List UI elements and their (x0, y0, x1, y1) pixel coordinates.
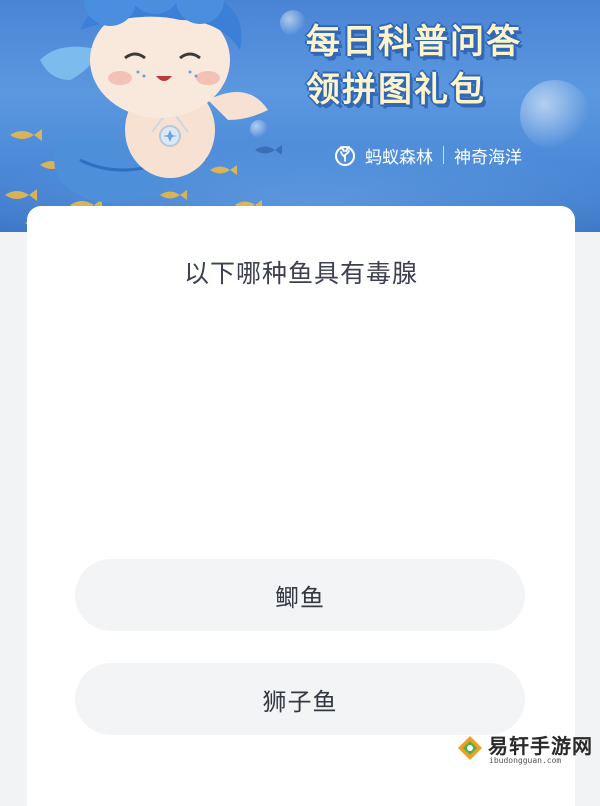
banner-title-line1: 每日科普问答 (306, 22, 522, 62)
question-text: 以下哪种鱼具有毒腺 (183, 259, 418, 288)
ant-forest-logo-icon (335, 146, 355, 166)
mermaid-mascot-illustration (40, 0, 268, 203)
brand-subtitle: 神奇海洋 (454, 147, 522, 168)
header-banner: 每日科普问答 领拼图礼包 蚂蚁森林 神奇海洋 (0, 0, 600, 232)
brand-row: 蚂蚁森林 神奇海洋 (333, 140, 522, 170)
brand-divider (443, 146, 444, 164)
site-watermark: 易轩手游网 ibudongguan.com (456, 728, 596, 772)
quiz-card: 以下哪种鱼具有毒腺 鲫鱼 狮子鱼 (27, 206, 575, 806)
banner-title-line2: 领拼图礼包 (306, 70, 486, 110)
bubble (520, 80, 590, 150)
brand-name: 蚂蚁森林 (365, 147, 433, 168)
watermark-logo-icon (458, 736, 482, 760)
watermark-name: 易轩手游网 (488, 734, 593, 758)
answer-option-1[interactable]: 鲫鱼 (75, 559, 525, 631)
answer-option-2[interactable]: 狮子鱼 (75, 663, 525, 735)
watermark-url: ibudongguan.com (489, 756, 562, 765)
